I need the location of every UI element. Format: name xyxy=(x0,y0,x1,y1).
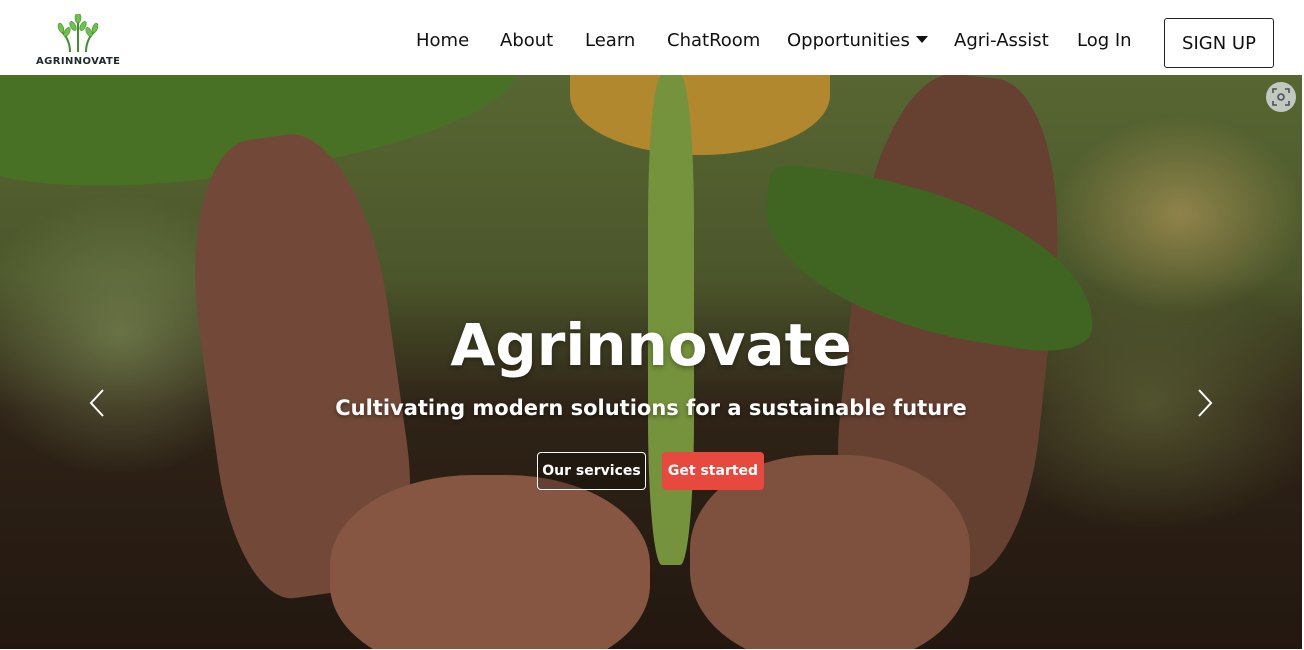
wheat-sprouts-icon xyxy=(57,14,99,53)
caret-down-icon xyxy=(915,36,928,43)
nav-learn[interactable]: Learn xyxy=(585,30,635,51)
nav-opportunities-label: Opportunities xyxy=(787,30,910,51)
nav-chatroom[interactable]: ChatRoom xyxy=(667,30,760,51)
nav-home[interactable]: Home xyxy=(416,30,469,51)
brand-name: AGRINNOVATE xyxy=(36,56,121,67)
carousel-prev-button[interactable] xyxy=(86,386,110,420)
get-started-button[interactable]: Get started xyxy=(662,452,764,490)
nav-agri-assist[interactable]: Agri-Assist xyxy=(954,30,1049,51)
nav-about[interactable]: About xyxy=(500,30,553,51)
visual-search-icon xyxy=(1272,88,1290,106)
brand-logo[interactable]: AGRINNOVATE xyxy=(36,14,120,68)
chevron-left-icon xyxy=(89,389,104,417)
hero-title: Agrinnovate xyxy=(450,311,852,379)
signup-button[interactable]: SIGN UP xyxy=(1164,18,1274,68)
nav-login[interactable]: Log In xyxy=(1077,30,1132,51)
hero-subtitle: Cultivating modern solutions for a susta… xyxy=(335,396,967,420)
nav-opportunities[interactable]: Opportunities xyxy=(787,30,928,51)
hero-carousel: Agrinnovate Cultivating modern solutions… xyxy=(0,75,1302,649)
chevron-right-icon xyxy=(1198,389,1213,417)
carousel-next-button[interactable] xyxy=(1192,386,1216,420)
visual-search-button[interactable] xyxy=(1266,82,1296,112)
site-header: AGRINNOVATE Home About Learn ChatRoom Op… xyxy=(0,0,1304,75)
our-services-button[interactable]: Our services xyxy=(537,452,646,490)
